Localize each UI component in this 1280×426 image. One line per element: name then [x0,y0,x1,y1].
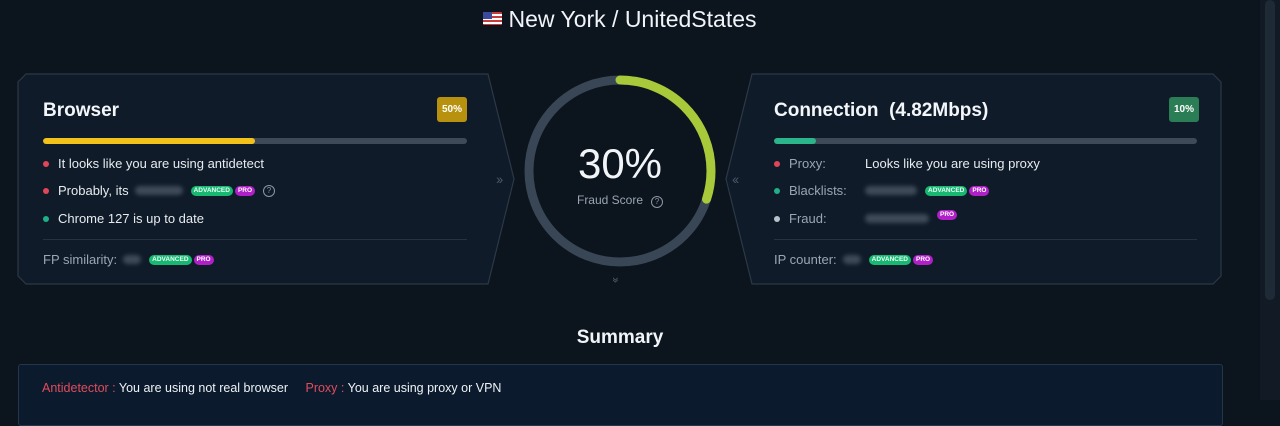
summary-proxy-value: You are using proxy or VPN [347,381,502,395]
chevron-down-icon[interactable]: ›› [609,277,623,281]
browser-item-text: Probably, its [58,183,129,198]
status-dot-teal [43,215,49,222]
browser-score-badge: 50% [437,97,467,122]
browser-item-chrome: Chrome 127 is up to date [43,211,204,226]
summary-box: Antidetector : You are using not real br… [18,364,1223,426]
pro-tag[interactable]: PRO [937,209,958,220]
connection-score-badge: 10% [1169,97,1199,122]
advanced-tag[interactable]: ADVANCED [868,254,911,265]
connection-progress-bar [774,138,1197,144]
browser-item-antidetect: It looks like you are using antidetect [43,156,264,171]
summary-title: Summary [576,327,664,348]
summary-antidetector-value: You are using not real browser [118,381,288,395]
browser-item-text: Chrome 127 is up to date [58,211,204,226]
proxy-value: Looks like you are using proxy [865,156,1040,171]
blacklists-row: Blacklists: ADVANCED PRO [774,183,990,198]
blacklists-label: Blacklists: [789,183,847,198]
browser-progress-bar [43,138,467,144]
ip-counter-label: IP counter: [774,252,837,267]
chevron-left-icon: ‹‹ [732,171,739,187]
pro-tag[interactable]: PRO [193,254,214,265]
pro-tag[interactable]: PRO [913,254,934,265]
fraud-row: Fraud: PRO [774,209,958,226]
advanced-tag[interactable]: ADVANCED [149,254,192,265]
blurred-value [865,214,929,223]
browser-progress-fill [43,138,255,144]
advanced-tag[interactable]: ADVANCED [190,185,233,196]
summary-antidetector-key: Antidetector : [42,381,116,395]
blurred-value [865,186,917,195]
fp-similarity: FP similarity: ADVANCED PRO [43,252,214,267]
connection-title-text: Connection [774,100,879,121]
connection-progress-fill [774,138,817,144]
fraud-score-label: Fraud Score? [522,193,718,208]
blurred-value [842,255,861,264]
advanced-tag[interactable]: ADVANCED [925,185,968,196]
connection-title: Connection (4.82Mbps) [774,100,988,122]
proxy-row: Proxy: Looks like you are using proxy [774,156,1040,171]
status-dot-red [774,160,780,167]
status-dot-red [43,187,49,194]
help-icon[interactable]: ? [651,196,664,208]
pro-tag[interactable]: PRO [969,185,990,196]
fraud-label: Fraud: [789,211,827,226]
summary-row: Antidetector : You are using not real br… [42,381,515,395]
ip-counter: IP counter: ADVANCED PRO [774,252,934,267]
connection-speed: (4.82Mbps) [889,100,989,121]
browser-item-probably: Probably, its ADVANCED PRO? [43,183,276,198]
browser-divider [43,239,467,240]
proxy-label: Proxy: [789,156,826,171]
help-icon[interactable]: ? [263,184,276,197]
summary-proxy-key: Proxy : [305,381,345,395]
status-dot-red [43,160,49,167]
fraud-score-label-text: Fraud Score [576,193,644,207]
browser-item-text: It looks like you are using antidetect [58,156,264,171]
scrollbar-thumb[interactable] [1265,0,1275,300]
blurred-value [123,255,142,264]
pro-tag[interactable]: PRO [234,185,256,196]
status-dot-teal [774,187,780,194]
status-dot-grey [774,215,780,222]
blurred-value [134,186,183,195]
browser-title: Browser [43,100,120,121]
fp-similarity-label: FP similarity: [43,252,118,267]
connection-divider [774,239,1197,240]
fraud-score-value: 30% [577,140,663,187]
chevron-right-icon: ›› [496,171,503,187]
scrollbar[interactable] [1260,0,1280,400]
